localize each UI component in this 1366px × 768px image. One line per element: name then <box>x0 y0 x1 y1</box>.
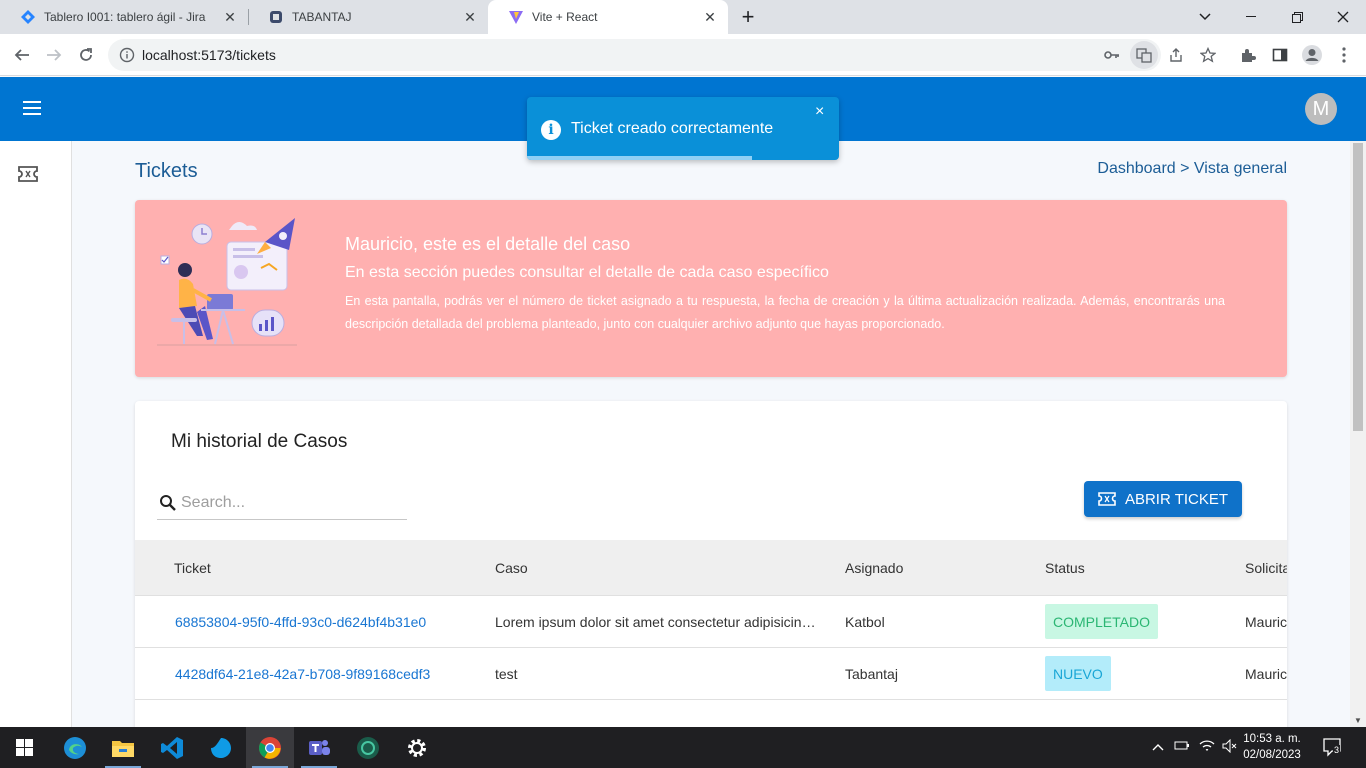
system-clock[interactable]: 10:53 a. m. 02/08/2023 <box>1241 731 1303 763</box>
menu-icon[interactable] <box>18 97 46 121</box>
app-icon <box>268 9 284 25</box>
scroll-down-arrow-icon[interactable]: ▼ <box>1354 716 1362 725</box>
close-tab-icon[interactable]: ✕ <box>222 9 238 25</box>
volume-muted-icon[interactable] <box>1222 738 1238 756</box>
toast-progress-bar <box>527 156 752 160</box>
password-key-icon[interactable] <box>1098 41 1126 69</box>
column-status[interactable]: Status <box>1045 560 1085 576</box>
main-content: Tickets Dashboard > Vista general Mauric… <box>72 141 1350 727</box>
column-caso[interactable]: Caso <box>495 560 528 576</box>
table-header: Ticket Caso Asignado Status Solicita <box>135 540 1287 596</box>
history-title: Mi historial de Casos <box>171 431 348 452</box>
close-window-button[interactable] <box>1320 0 1366 34</box>
breadcrumb[interactable]: Dashboard > Vista general <box>1097 160 1287 178</box>
minimize-window-button[interactable] <box>1228 0 1274 34</box>
column-ticket[interactable]: Ticket <box>174 560 211 576</box>
git-app-icon[interactable] <box>344 727 392 768</box>
banner-title: Mauricio, este es el detalle del caso <box>345 234 631 254</box>
banner-description: En esta pantalla, podrás ver el número d… <box>345 294 1225 331</box>
extensions-icon[interactable] <box>1234 41 1262 69</box>
case-history-card: Mi historial de Casos ABRIR TICKET Ticke… <box>135 401 1287 727</box>
windows-taskbar: 10:53 a. m. 02/08/2023 3 <box>0 727 1366 768</box>
info-banner: Mauricio, este es el detalle del caso En… <box>135 200 1287 377</box>
case-text: test <box>495 666 518 682</box>
file-explorer-icon[interactable] <box>99 727 147 768</box>
browser-tab-strip: Tablero I001: tablero ágil - Jira ✕ TABA… <box>0 0 1366 34</box>
show-hidden-icons-icon[interactable] <box>1152 739 1164 754</box>
page-title: Tickets <box>135 160 198 182</box>
page-scrollbar[interactable]: ▼ <box>1350 141 1366 727</box>
windows-start-icon[interactable] <box>0 727 48 768</box>
ticket-id-link[interactable]: 4428df64-21e8-42a7-b708-9f89168cedf3 <box>175 666 430 682</box>
translate-icon[interactable] <box>1130 41 1158 69</box>
open-ticket-button[interactable]: ABRIR TICKET <box>1084 481 1242 517</box>
reload-button[interactable] <box>72 41 100 69</box>
url-text: localhost:5173/tickets <box>142 47 276 63</box>
browser-tab-jira[interactable]: Tablero I001: tablero ágil - Jira ✕ <box>0 0 248 34</box>
teams-icon[interactable] <box>295 727 343 768</box>
toast-notification: i Ticket creado correctamente × <box>527 97 839 160</box>
browser-toolbar: localhost:5173/tickets <box>0 34 1366 76</box>
share-icon[interactable] <box>1162 41 1190 69</box>
browser-tab-vite[interactable]: Vite + React ✕ <box>488 0 728 34</box>
bookmark-star-icon[interactable] <box>1194 41 1222 69</box>
wifi-icon[interactable] <box>1199 739 1215 756</box>
back-button[interactable] <box>8 41 36 69</box>
restore-window-button[interactable] <box>1274 0 1320 34</box>
close-tab-icon[interactable]: ✕ <box>702 9 718 25</box>
site-info-icon[interactable] <box>119 47 135 68</box>
banner-illustration <box>157 214 307 359</box>
requester: Mauric <box>1245 614 1287 630</box>
browser-tab-tabantaj[interactable]: TABANTAJ ✕ <box>248 0 488 34</box>
banner-subtitle: En esta sección puedes consultar el deta… <box>345 264 829 281</box>
table-row: 4428df64-21e8-42a7-b708-9f89168cedf3 tes… <box>135 648 1287 700</box>
ticket-id-link[interactable]: 68853804-95f0-4ffd-93c0-d624bf4b31e0 <box>175 614 426 630</box>
search-input[interactable] <box>181 491 401 515</box>
column-asignado[interactable]: Asignado <box>845 560 903 576</box>
ticket-icon[interactable] <box>17 165 39 183</box>
column-solicitante[interactable]: Solicita <box>1245 560 1287 576</box>
clock-time: 10:53 a. m. <box>1243 733 1301 745</box>
toast-message: Ticket creado correctamente <box>571 120 774 137</box>
notification-center-icon[interactable]: 3 <box>1322 737 1344 757</box>
sidebar <box>0 141 72 727</box>
battery-icon[interactable] <box>1174 739 1190 754</box>
new-tab-button[interactable]: + <box>732 0 764 34</box>
status-badge: COMPLETADO <box>1045 604 1158 639</box>
tab-title: TABANTAJ <box>292 10 352 24</box>
chrome-icon[interactable] <box>246 727 294 768</box>
edge-icon[interactable] <box>51 727 99 768</box>
side-panel-icon[interactable] <box>1266 41 1294 69</box>
jira-icon <box>20 9 36 25</box>
address-bar[interactable]: localhost:5173/tickets <box>108 39 1216 71</box>
vscode-icon[interactable] <box>148 727 196 768</box>
tab-title: Tablero I001: tablero ágil - Jira <box>44 10 206 24</box>
tab-title: Vite + React <box>532 10 598 24</box>
table-row: 68853804-95f0-4ffd-93c0-d624bf4b31e0 Lor… <box>135 596 1287 648</box>
close-tab-icon[interactable]: ✕ <box>462 9 478 25</box>
forward-button[interactable] <box>40 41 68 69</box>
status-badge: NUEVO <box>1045 656 1111 691</box>
assignee: Tabantaj <box>845 666 898 682</box>
case-text: Lorem ipsum dolor sit amet consectetur a… <box>495 614 816 630</box>
tab-search-icon[interactable] <box>1182 0 1228 34</box>
browser-menu-icon[interactable] <box>1330 41 1358 69</box>
vite-icon <box>508 9 524 25</box>
settings-gear-icon[interactable] <box>393 727 441 768</box>
app-icon[interactable] <box>197 727 245 768</box>
close-icon[interactable]: × <box>815 103 824 121</box>
ticket-icon <box>1098 492 1116 506</box>
clock-date: 02/08/2023 <box>1243 749 1301 761</box>
profile-icon[interactable] <box>1298 41 1326 69</box>
requester: Mauric <box>1245 666 1287 682</box>
search-icon <box>159 494 177 512</box>
open-ticket-label: ABRIR TICKET <box>1124 490 1229 508</box>
notification-count: 3 <box>1333 745 1341 755</box>
info-icon: i <box>541 120 561 140</box>
assignee: Katbol <box>845 614 885 630</box>
scrollbar-thumb[interactable] <box>1353 143 1363 431</box>
user-avatar[interactable]: M <box>1305 93 1337 125</box>
search-field[interactable] <box>157 485 407 520</box>
